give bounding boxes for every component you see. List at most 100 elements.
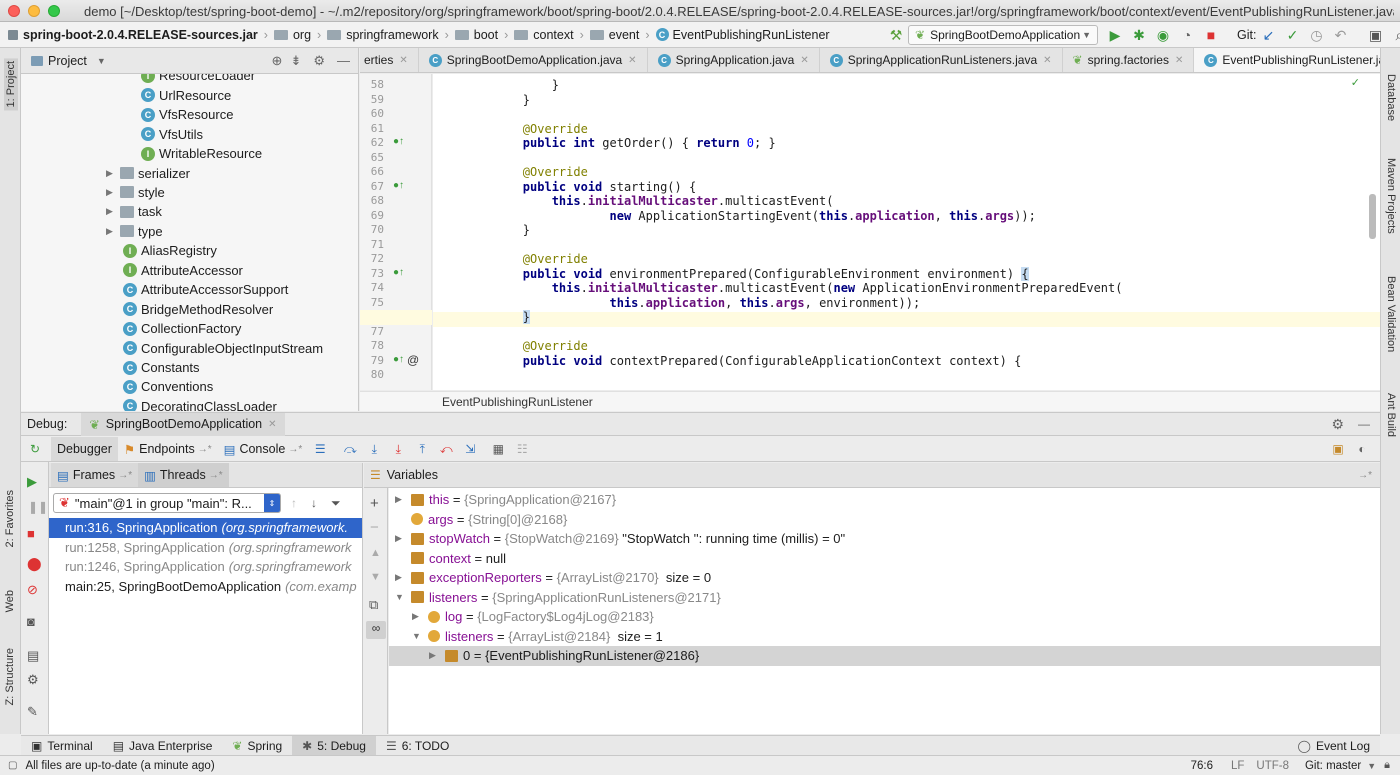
variable-row[interactable]: context = null bbox=[389, 549, 1380, 569]
expand-arrow-icon[interactable]: ▼ bbox=[395, 592, 411, 602]
expand-arrow-icon[interactable]: ▶ bbox=[395, 533, 411, 544]
tree-item[interactable]: C BridgeMethodResolver bbox=[21, 299, 358, 319]
copy-icon[interactable]: ⧉ bbox=[369, 597, 378, 613]
variable-row[interactable]: ▶ stopWatch = {StopWatch@2169} "StopWatch… bbox=[389, 529, 1380, 549]
override-marker-icon[interactable]: ●↑ bbox=[393, 354, 404, 365]
profile-icon[interactable]: ◔ bbox=[1178, 26, 1196, 44]
tab-eventpublishingrunlistener[interactable]: CEventPublishingRunListener.java✕ bbox=[1194, 48, 1380, 72]
override-marker-icon[interactable]: ●↑ bbox=[393, 267, 404, 278]
git-branch[interactable]: Git: master bbox=[1305, 760, 1361, 772]
drop-frame-icon[interactable]: ⤺ bbox=[438, 441, 454, 457]
lock-icon[interactable]: 🔒︎ bbox=[1384, 759, 1390, 772]
stack-frame[interactable]: run:1246, SpringApplication (org.springfr… bbox=[49, 557, 362, 577]
expand-arrow-icon[interactable]: ▶ bbox=[106, 168, 120, 179]
camera-icon[interactable]: ◙ bbox=[27, 614, 35, 629]
breadcrumb-context[interactable]: context › bbox=[514, 28, 584, 42]
stop-icon[interactable]: ■ bbox=[27, 526, 35, 541]
hide-panel-icon[interactable]: — bbox=[1358, 417, 1370, 431]
tab-properties[interactable]: erties ✕ bbox=[360, 48, 419, 72]
coverage-icon[interactable]: ◉ bbox=[1154, 26, 1172, 44]
database-tool-button[interactable]: Database bbox=[1385, 74, 1397, 121]
file-encoding[interactable]: UTF-8 bbox=[1256, 760, 1289, 772]
pause-icon[interactable]: ❚❚ bbox=[28, 500, 48, 514]
tree-item[interactable]: C DecoratingClassLoader bbox=[21, 397, 358, 411]
expand-arrow-icon[interactable]: ▶ bbox=[429, 650, 445, 661]
close-window-button[interactable] bbox=[8, 5, 20, 17]
stack-frame[interactable]: run:316, SpringApplication (org.springfra… bbox=[49, 518, 362, 538]
tab-frames[interactable]: ▤ Frames →* bbox=[51, 463, 139, 487]
ant-build-tool-button[interactable]: Ant Build bbox=[1385, 393, 1397, 437]
expand-arrow-icon[interactable]: ▶ bbox=[395, 494, 411, 505]
breadcrumb-jar[interactable]: spring-boot-2.0.4.RELEASE-sources.jar › bbox=[8, 28, 268, 42]
minimize-window-button[interactable] bbox=[28, 5, 40, 17]
git-history-icon[interactable]: ◷ bbox=[1307, 26, 1325, 44]
git-update-icon[interactable]: ↙ bbox=[1259, 26, 1277, 44]
tab-console[interactable]: ▤ Console →* bbox=[218, 437, 309, 461]
tree-item[interactable]: C Conventions bbox=[21, 377, 358, 397]
line-separator[interactable]: LF bbox=[1231, 760, 1244, 772]
breadcrumb-org[interactable]: org › bbox=[273, 28, 321, 42]
step-out-icon[interactable]: ⤒ bbox=[414, 441, 430, 457]
breadcrumb-current-class[interactable]: C EventPublishingRunListener bbox=[655, 28, 830, 42]
pin-arrow-icon[interactable]: →* bbox=[1358, 470, 1372, 481]
breadcrumb-event[interactable]: event › bbox=[589, 28, 650, 42]
locate-icon[interactable]: ⊕ bbox=[272, 53, 283, 69]
search-everywhere-icon[interactable]: ⌕ bbox=[1390, 26, 1400, 44]
variable-row[interactable]: ▼ listeners = {ArrayList@2184} size = 1 bbox=[389, 627, 1380, 647]
tree-item[interactable]: I ResourceLoader bbox=[21, 74, 358, 86]
project-tool-button[interactable]: 1: Project bbox=[4, 58, 18, 111]
tab-spring[interactable]: ❦ Spring bbox=[222, 736, 292, 756]
debug-session-tab[interactable]: ❦ SpringBootDemoApplication ✕ bbox=[81, 412, 285, 436]
caret-position[interactable]: 76:6 bbox=[1191, 760, 1213, 772]
resume-icon[interactable]: ▶ bbox=[27, 474, 37, 490]
close-icon[interactable]: ✕ bbox=[399, 55, 407, 66]
tab-debugger[interactable]: Debugger bbox=[51, 437, 118, 461]
variable-row[interactable]: ▶ log = {LogFactory$Log4jLog@2183} bbox=[389, 607, 1380, 627]
breadcrumb-springframework[interactable]: springframework › bbox=[327, 28, 449, 42]
close-icon[interactable]: ✕ bbox=[268, 419, 276, 430]
previous-frame-icon[interactable]: ↑ bbox=[291, 496, 297, 510]
tree-item[interactable]: C VfsResource bbox=[21, 105, 358, 125]
expand-arrow-icon[interactable]: ▶ bbox=[106, 187, 120, 198]
bean-validation-tool-button[interactable]: Bean Validation bbox=[1385, 276, 1397, 352]
tree-item[interactable]: C CollectionFactory bbox=[21, 319, 358, 339]
structure-tool-button[interactable]: Z: Structure bbox=[4, 648, 16, 705]
git-commit-icon[interactable]: ✓ bbox=[1283, 26, 1301, 44]
tab-springapplication[interactable]: C SpringApplication.java ✕ bbox=[648, 48, 820, 72]
run-config-select[interactable]: ❦ SpringBootDemoApplication ▼ bbox=[908, 25, 1098, 45]
code-editor[interactable]: } } @Override public int getOrder() { re… bbox=[433, 74, 1380, 390]
close-icon[interactable]: ✕ bbox=[800, 55, 808, 66]
tree-item[interactable]: ▶ style bbox=[21, 183, 358, 203]
override-marker-icon[interactable]: ●↑ bbox=[393, 180, 404, 191]
stack-frame[interactable]: main:25, SpringBootDemoApplication (com.e… bbox=[49, 577, 362, 597]
tree-item[interactable]: C ConfigurableObjectInputStream bbox=[21, 338, 358, 358]
gear-icon[interactable]: ⚙ bbox=[1331, 416, 1344, 433]
tab-spring-factories[interactable]: ❦ spring.factories ✕ bbox=[1063, 48, 1195, 72]
tab-terminal[interactable]: ▣ Terminal bbox=[21, 736, 103, 756]
expand-arrow-icon[interactable]: ▶ bbox=[106, 206, 120, 217]
close-icon[interactable]: ✕ bbox=[628, 55, 636, 66]
tree-item[interactable]: I WritableResource bbox=[21, 144, 358, 164]
rerun-icon[interactable]: ↻ bbox=[27, 441, 43, 457]
event-log-button[interactable]: ◯ Event Log bbox=[1288, 736, 1380, 756]
tree-item[interactable]: C UrlResource bbox=[21, 85, 358, 105]
git-revert-icon[interactable]: ↶ bbox=[1331, 26, 1349, 44]
run-to-cursor-icon[interactable]: ⇲ bbox=[462, 441, 478, 457]
step-over-icon[interactable]: ⤼ bbox=[342, 441, 358, 457]
override-marker-icon[interactable]: ●↑ bbox=[393, 136, 404, 147]
trace-icon[interactable]: ☷ bbox=[514, 441, 530, 457]
tree-item[interactable]: C AttributeAccessorSupport bbox=[21, 280, 358, 300]
editor-breadcrumb[interactable]: EventPublishingRunListener bbox=[360, 391, 1380, 411]
editor-scrollbar[interactable] bbox=[1369, 194, 1376, 239]
close-icon[interactable]: ✕ bbox=[1043, 55, 1051, 66]
gear-icon[interactable]: ⚙ bbox=[27, 672, 39, 688]
expand-arrow-icon[interactable]: ▶ bbox=[106, 226, 120, 237]
tree-item[interactable]: ▶ serializer bbox=[21, 163, 358, 183]
project-view-select[interactable]: Project bbox=[48, 54, 87, 68]
run-icon[interactable]: ▶ bbox=[1106, 26, 1124, 44]
variable-row[interactable]: ▶ 0 = {EventPublishingRunListener@2186} bbox=[389, 646, 1380, 666]
stop-icon[interactable]: ■ bbox=[1202, 26, 1220, 44]
step-into-icon[interactable]: ⤓ bbox=[366, 441, 382, 457]
tree-item[interactable]: C VfsUtils bbox=[21, 124, 358, 144]
thread-select[interactable]: ❦ "main"@1 in group "main": R... ⇕ bbox=[53, 493, 281, 513]
